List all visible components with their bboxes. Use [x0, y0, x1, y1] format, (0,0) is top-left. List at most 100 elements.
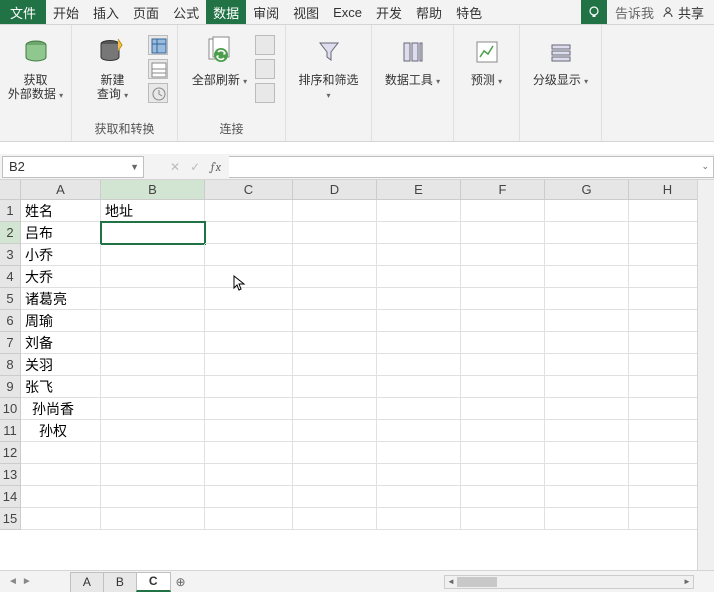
- cell[interactable]: [629, 266, 707, 288]
- refresh-all-button[interactable]: 全部刷新 ▾: [189, 29, 251, 89]
- cell[interactable]: [461, 354, 545, 376]
- row-header[interactable]: 10: [0, 398, 21, 420]
- cell[interactable]: [21, 442, 101, 464]
- cell[interactable]: [377, 420, 461, 442]
- row-header[interactable]: 1: [0, 200, 21, 222]
- add-sheet-button[interactable]: ⊕: [170, 572, 192, 592]
- cell[interactable]: [461, 420, 545, 442]
- cell[interactable]: [629, 310, 707, 332]
- scroll-right-icon[interactable]: ►: [681, 576, 693, 588]
- cell[interactable]: [205, 310, 293, 332]
- row-header[interactable]: 7: [0, 332, 21, 354]
- cell[interactable]: [629, 464, 707, 486]
- cell[interactable]: [629, 508, 707, 530]
- horizontal-scrollbar[interactable]: ◄ ►: [444, 575, 694, 589]
- cell[interactable]: [293, 442, 377, 464]
- cell[interactable]: [101, 266, 205, 288]
- cell[interactable]: [629, 442, 707, 464]
- from-table-icon[interactable]: [148, 59, 168, 79]
- cell[interactable]: [205, 266, 293, 288]
- ribbon-tab-1[interactable]: 插入: [86, 0, 126, 24]
- column-header[interactable]: E: [377, 180, 461, 200]
- row-header[interactable]: 8: [0, 354, 21, 376]
- data-tools-button[interactable]: 数据工具 ▾: [382, 29, 444, 89]
- row-header[interactable]: 5: [0, 288, 21, 310]
- share-button[interactable]: 共享: [662, 3, 704, 22]
- cell[interactable]: [293, 398, 377, 420]
- cell[interactable]: 周瑜: [21, 310, 101, 332]
- cell[interactable]: [377, 244, 461, 266]
- cell[interactable]: [101, 508, 205, 530]
- row-header[interactable]: 11: [0, 420, 21, 442]
- cell[interactable]: [377, 332, 461, 354]
- ribbon-tab-2[interactable]: 页面: [126, 0, 166, 24]
- cell[interactable]: [293, 376, 377, 398]
- cell[interactable]: 诸葛亮: [21, 288, 101, 310]
- cell[interactable]: [205, 354, 293, 376]
- cell[interactable]: [205, 200, 293, 222]
- cell[interactable]: [461, 244, 545, 266]
- cell[interactable]: [101, 354, 205, 376]
- cell[interactable]: [205, 398, 293, 420]
- cell[interactable]: [205, 244, 293, 266]
- cell[interactable]: 吕布: [21, 222, 101, 244]
- scroll-left-icon[interactable]: ◄: [445, 576, 457, 588]
- cell[interactable]: [205, 332, 293, 354]
- cell[interactable]: [629, 420, 707, 442]
- column-header[interactable]: H: [629, 180, 707, 200]
- cell[interactable]: [293, 508, 377, 530]
- ribbon-tab-5[interactable]: 审阅: [246, 0, 286, 24]
- edit-links-icon[interactable]: [255, 83, 275, 103]
- file-menu[interactable]: 文件: [0, 0, 46, 24]
- cell[interactable]: [629, 376, 707, 398]
- cell[interactable]: [293, 288, 377, 310]
- row-header[interactable]: 3: [0, 244, 21, 266]
- ribbon-tab-6[interactable]: 视图: [286, 0, 326, 24]
- cell[interactable]: [461, 332, 545, 354]
- cell[interactable]: 地址: [101, 200, 205, 222]
- cell[interactable]: [205, 508, 293, 530]
- cell[interactable]: [461, 200, 545, 222]
- cell[interactable]: [101, 420, 205, 442]
- cell[interactable]: [205, 288, 293, 310]
- cell[interactable]: [629, 332, 707, 354]
- cell[interactable]: [461, 442, 545, 464]
- cell[interactable]: [101, 442, 205, 464]
- row-header[interactable]: 4: [0, 266, 21, 288]
- cell[interactable]: [293, 244, 377, 266]
- cell[interactable]: [293, 486, 377, 508]
- cell[interactable]: [205, 442, 293, 464]
- column-header[interactable]: B: [101, 180, 205, 200]
- cell[interactable]: [461, 486, 545, 508]
- cell[interactable]: [461, 398, 545, 420]
- get-external-data-button[interactable]: 获取 外部数据 ▾: [5, 29, 67, 103]
- new-query-button[interactable]: 新建 查询 ▾: [82, 29, 144, 103]
- cell[interactable]: [293, 332, 377, 354]
- cell[interactable]: [545, 266, 629, 288]
- cell[interactable]: [21, 464, 101, 486]
- cell[interactable]: [21, 486, 101, 508]
- cell[interactable]: [545, 376, 629, 398]
- cell[interactable]: [629, 398, 707, 420]
- cell[interactable]: [461, 288, 545, 310]
- expand-formula-icon[interactable]: ⌄: [701, 161, 709, 172]
- cell[interactable]: [101, 310, 205, 332]
- cell[interactable]: 孙权: [21, 420, 101, 442]
- cell[interactable]: [101, 332, 205, 354]
- cell[interactable]: [545, 420, 629, 442]
- fx-icon[interactable]: ƒx: [210, 160, 221, 174]
- cell[interactable]: [377, 464, 461, 486]
- cell[interactable]: [545, 332, 629, 354]
- cell[interactable]: [101, 398, 205, 420]
- cell[interactable]: [293, 200, 377, 222]
- cell[interactable]: [377, 376, 461, 398]
- cell[interactable]: [545, 310, 629, 332]
- tell-me[interactable]: 告诉我: [615, 3, 654, 22]
- cell[interactable]: [545, 288, 629, 310]
- formula-bar[interactable]: ⌄: [229, 156, 714, 178]
- ribbon-tab-9[interactable]: 帮助: [409, 0, 449, 24]
- outline-button[interactable]: 分级显示 ▾: [530, 29, 592, 89]
- cell[interactable]: [629, 486, 707, 508]
- cell[interactable]: [629, 288, 707, 310]
- column-header[interactable]: F: [461, 180, 545, 200]
